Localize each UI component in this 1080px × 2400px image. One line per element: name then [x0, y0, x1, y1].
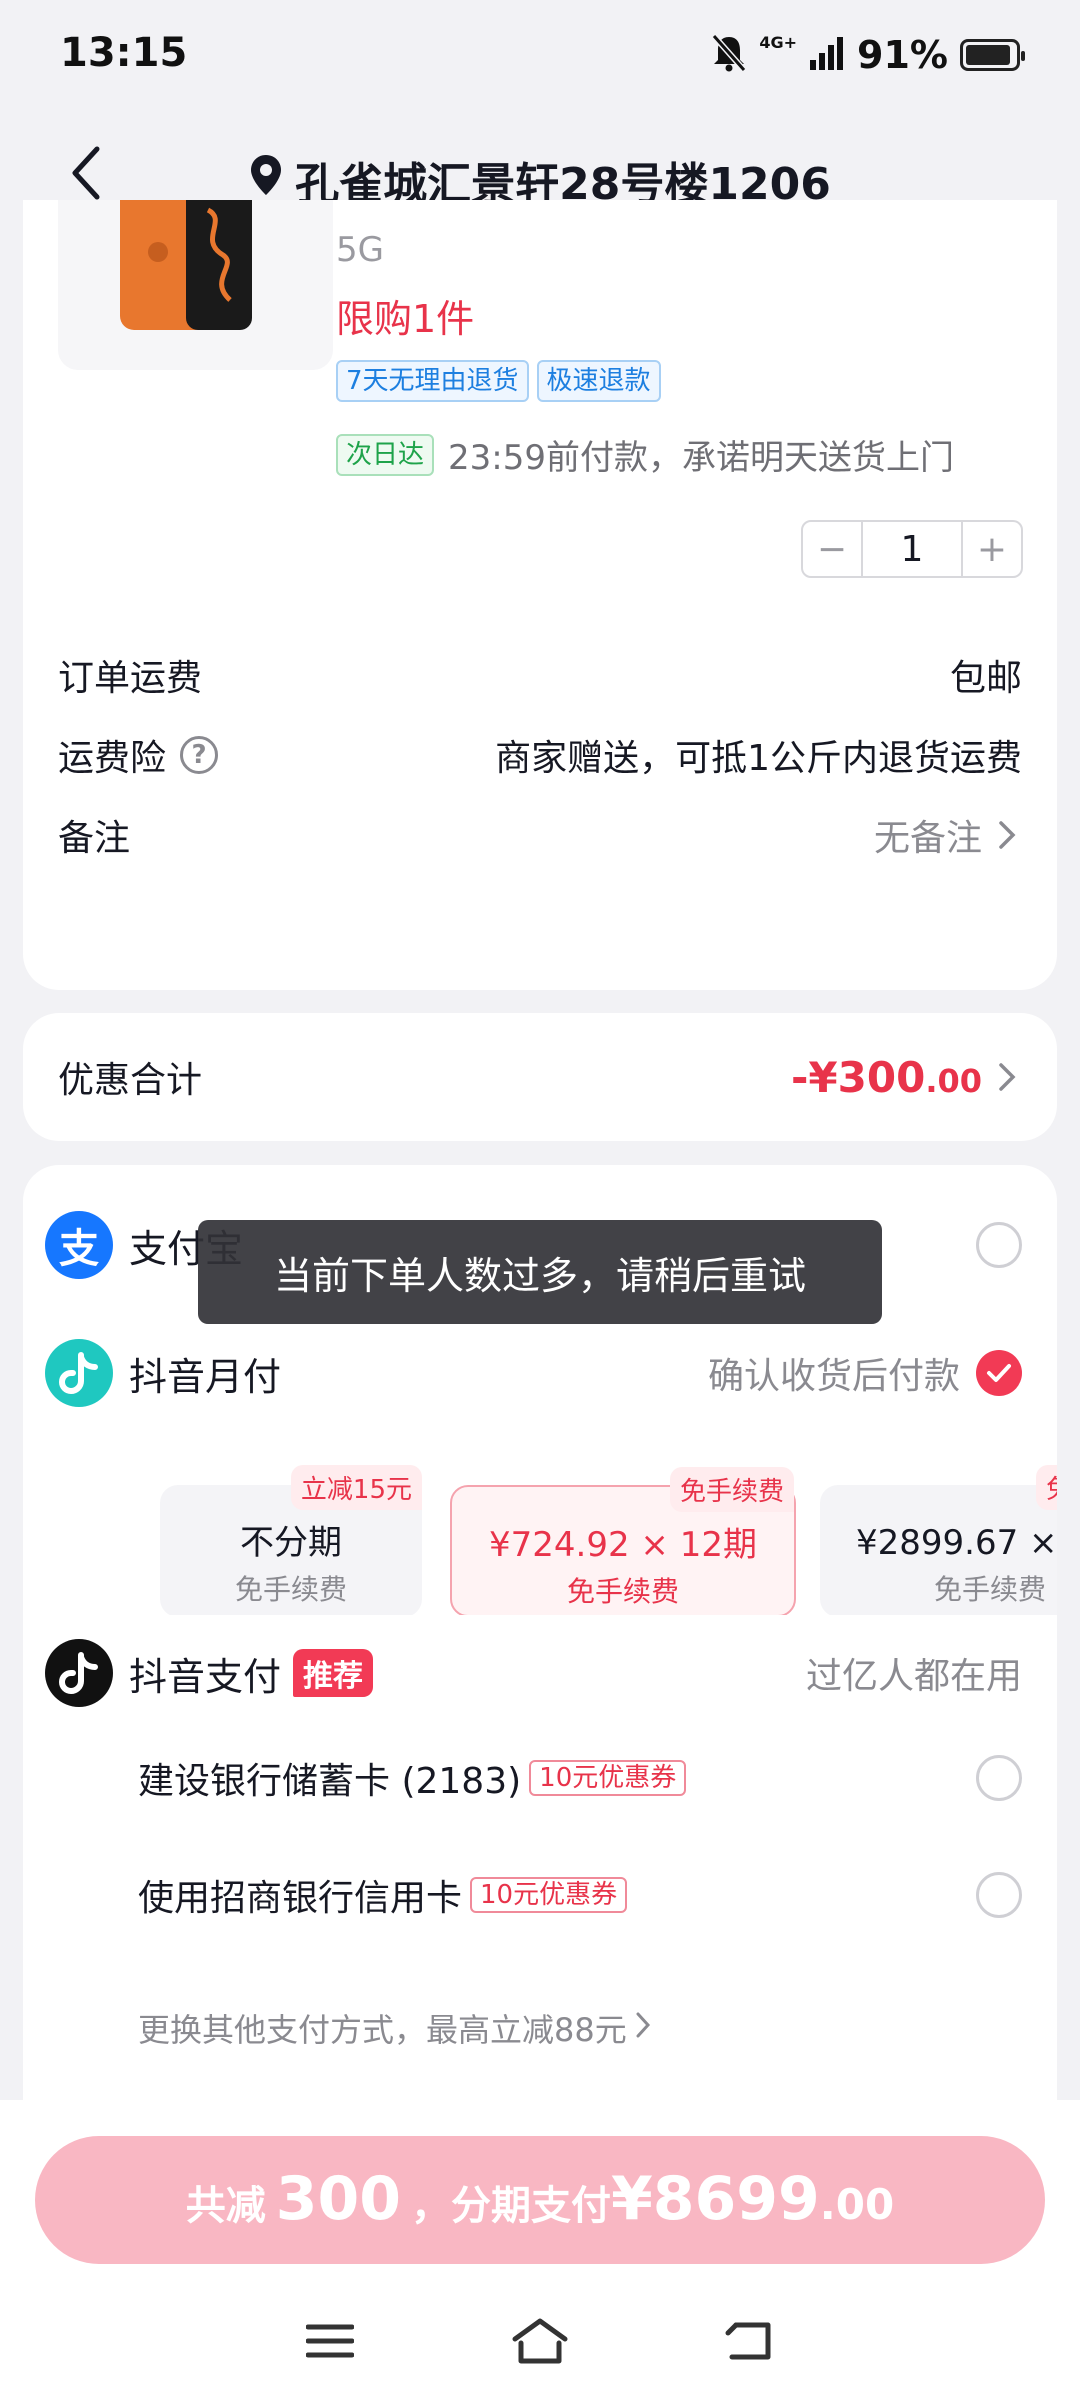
- home-icon[interactable]: [510, 2311, 570, 2371]
- status-icons: 4G+ 91%: [711, 30, 1025, 80]
- shipping-row: 订单运费 包邮: [58, 645, 1022, 705]
- quantity-plus-button[interactable]: +: [963, 522, 1021, 576]
- shipping-value: 包邮: [949, 658, 1022, 699]
- service-tags: 7天无理由退货 极速退款: [336, 360, 661, 402]
- bank-card-radio[interactable]: [976, 1755, 1022, 1801]
- discount-label: 优惠合计: [58, 1060, 203, 1101]
- order-card: 5G 限购1件 7天无理由退货 极速退款 次日达 23:59前付款，承诺明天送货…: [23, 200, 1057, 990]
- bell-off-icon: [711, 33, 747, 77]
- battery-percent: 91%: [857, 33, 948, 77]
- discount-card[interactable]: 优惠合计 -¥300.00: [23, 1013, 1057, 1141]
- status-bar: 13:15 4G+ 91%: [0, 0, 1080, 110]
- product-variant: 5G: [336, 230, 384, 270]
- installment-tag: 免手续费: [669, 1467, 794, 1512]
- bank-card-cmb[interactable]: 使用招商银行信用卡 10元优惠券: [138, 1860, 1022, 1930]
- bottom-bar: 共减 300 ， 分期支付 ¥8699 .00: [0, 2100, 1080, 2400]
- tag-return: 7天无理由退货: [336, 360, 529, 402]
- coupon-badge: 10元优惠券: [529, 1760, 687, 1796]
- bank-card-radio[interactable]: [976, 1872, 1022, 1918]
- more-payment-text: 更换其他支付方式，最高立减88元: [138, 2011, 627, 2049]
- pay-option-monthly[interactable]: 抖音月付 确认收货后付款: [45, 1333, 1022, 1413]
- more-payment-methods[interactable]: 更换其他支付方式，最高立减88元: [138, 2005, 651, 2051]
- quantity-stepper: − 1 +: [801, 520, 1023, 578]
- recommend-badge: 推荐: [293, 1649, 374, 1697]
- bank-card-name: 使用招商银行信用卡: [138, 1878, 463, 1919]
- battery-icon: [960, 39, 1025, 71]
- delivery-info: 次日达 23:59前付款，承诺明天送货上门: [336, 430, 954, 479]
- system-nav-bar: [0, 2306, 1080, 2376]
- toast-message: 当前下单人数过多，请稍后重试: [198, 1220, 882, 1324]
- installment-options: 不分期 免手续费 立减15元 ¥724.92 × 12期 免手续费 免手续费 ¥…: [138, 1465, 1057, 1615]
- shipping-label: 订单运费: [58, 658, 203, 699]
- douyin-monthly-icon: [45, 1339, 113, 1407]
- monthly-radio-checked[interactable]: [976, 1350, 1022, 1396]
- purchase-limit: 限购1件: [336, 297, 475, 341]
- monthly-note: 确认收货后付款: [707, 1356, 960, 1397]
- note-row[interactable]: 备注 无备注: [58, 805, 1022, 865]
- menu-icon[interactable]: [300, 2311, 360, 2371]
- status-time: 13:15: [60, 30, 188, 76]
- installment-option-0[interactable]: 不分期 免手续费 立减15元: [160, 1465, 422, 1615]
- discount-row: 优惠合计 -¥300.00: [58, 1047, 1022, 1107]
- installment-option-2[interactable]: ¥2899.67 × 3期 免手续费 免手续费: [820, 1465, 1057, 1615]
- note-value: 无备注: [873, 818, 982, 859]
- delivery-text: 23:59前付款，承诺明天送货上门: [448, 438, 954, 478]
- delivery-tag: 次日达: [336, 433, 435, 476]
- signal-icon: [809, 36, 845, 74]
- chevron-right-icon: [992, 1059, 1022, 1095]
- installment-tag: 立减15元: [290, 1465, 422, 1510]
- insurance-value: 商家赠送，可抵1公斤内退货运费: [495, 738, 1022, 779]
- pay-button[interactable]: 共减 300 ， 分期支付 ¥8699 .00: [35, 2136, 1045, 2264]
- network-type: 4G+: [759, 33, 798, 52]
- alipay-icon: 支: [45, 1211, 113, 1279]
- quantity-value[interactable]: 1: [861, 522, 963, 576]
- chevron-right-icon: [635, 2009, 651, 2047]
- pay-option-dypay[interactable]: 抖音支付 推荐 过亿人都在用: [45, 1633, 1022, 1713]
- bank-card-name: 建设银行储蓄卡 (2183): [138, 1761, 522, 1802]
- quantity-minus-button[interactable]: −: [803, 522, 861, 576]
- note-label: 备注: [58, 818, 131, 859]
- insurance-label: 运费险: [58, 738, 167, 779]
- dypay-note: 过亿人都在用: [805, 1656, 1022, 1697]
- installment-option-1[interactable]: ¥724.92 × 12期 免手续费 免手续费: [450, 1467, 796, 1615]
- help-icon[interactable]: ?: [180, 736, 219, 774]
- installment-tag: 免手续费: [1035, 1465, 1057, 1510]
- chevron-right-icon: [992, 817, 1022, 853]
- douyin-pay-icon: [45, 1639, 113, 1707]
- coupon-badge: 10元优惠券: [470, 1877, 628, 1913]
- discount-value: -¥300.00: [790, 1052, 982, 1102]
- monthly-name: 抖音月付: [129, 1354, 282, 1399]
- back-nav-icon[interactable]: [720, 2311, 780, 2371]
- alipay-radio[interactable]: [976, 1222, 1022, 1268]
- product-image[interactable]: [58, 200, 333, 370]
- bank-card-ccb[interactable]: 建设银行储蓄卡 (2183) 10元优惠券: [138, 1743, 1022, 1813]
- insurance-row: 运费险 ? 商家赠送，可抵1公斤内退货运费: [58, 725, 1022, 785]
- dypay-name: 抖音支付: [129, 1654, 282, 1699]
- tag-refund: 极速退款: [536, 360, 661, 402]
